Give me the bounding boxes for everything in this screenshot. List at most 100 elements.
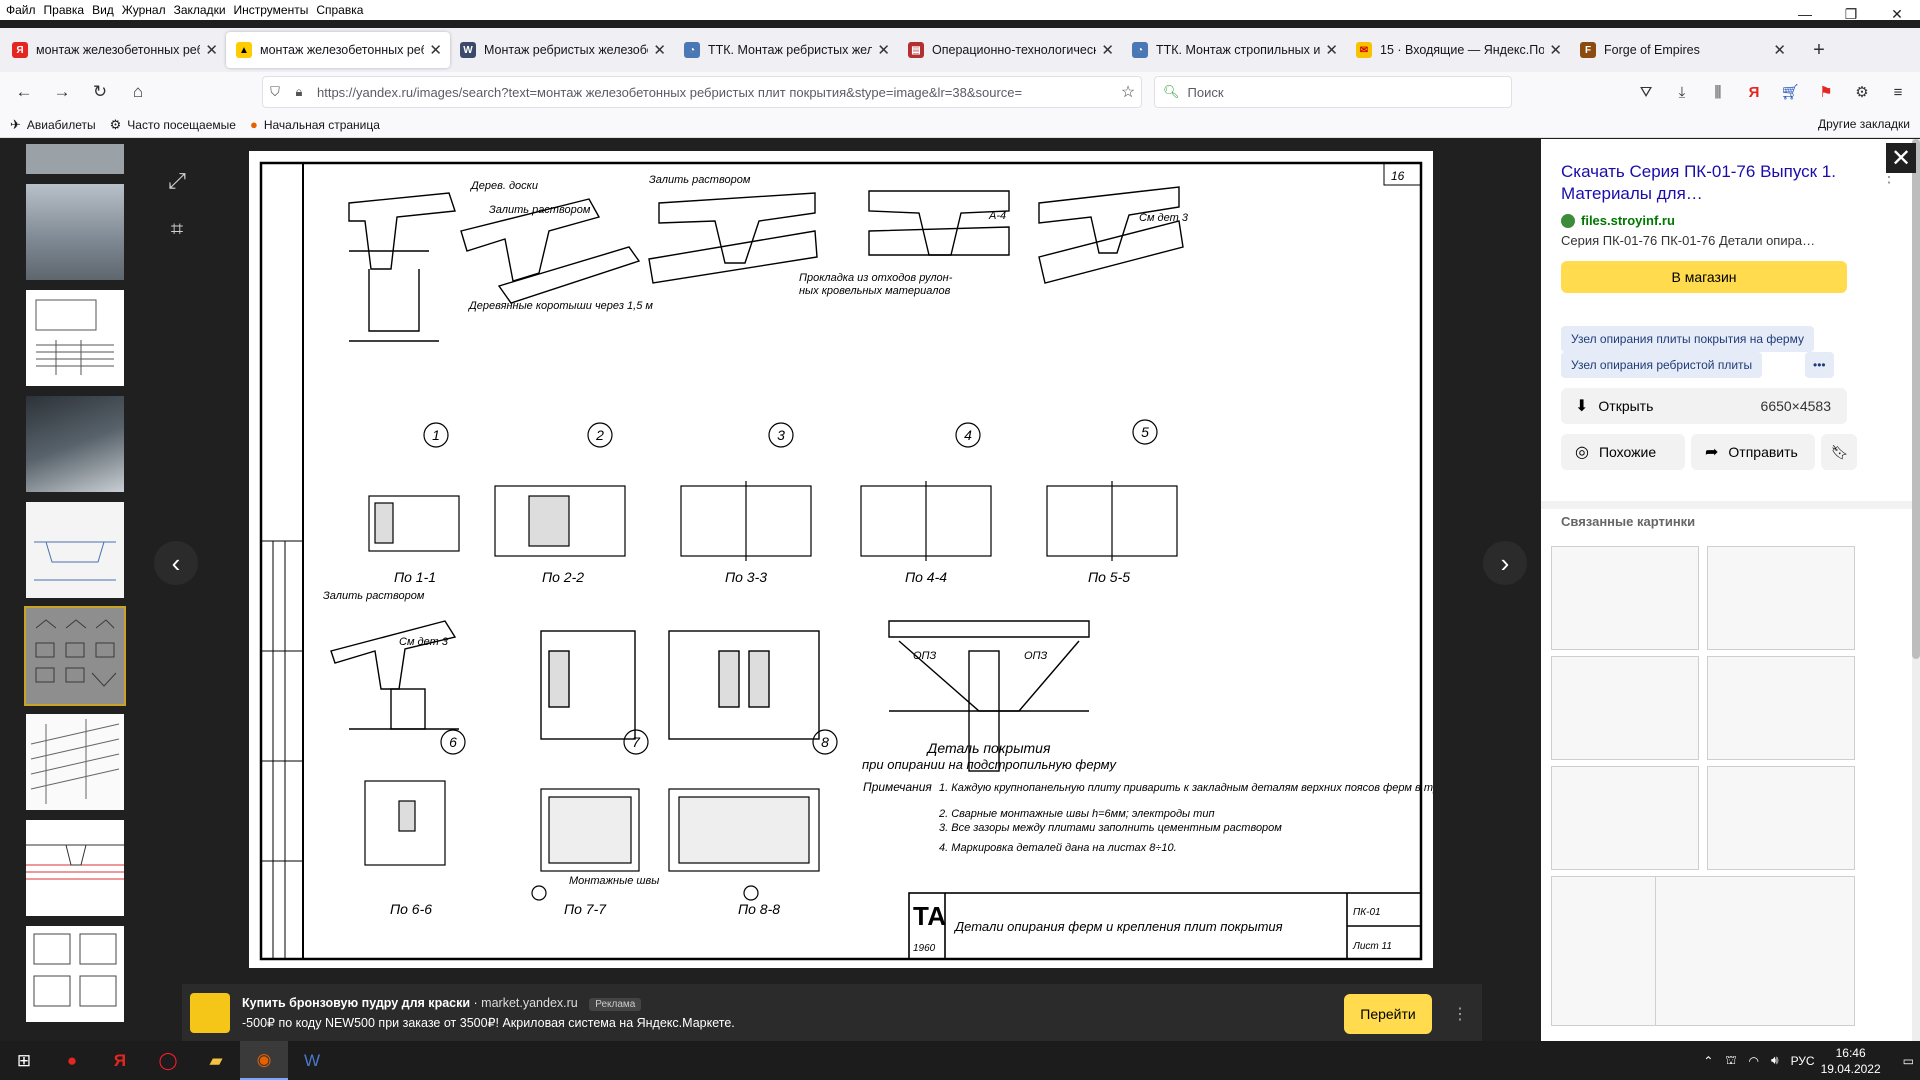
tab-4[interactable]: ▤ Операционно-технологическ ✕ [898,32,1122,68]
clock[interactable]: 16:46 19.04.2022 [1821,1045,1881,1077]
windows-start-icon[interactable]: ⊞ [0,1041,48,1080]
search-input[interactable]: 🔍︎ Поиск [1154,76,1512,108]
close-tab-icon[interactable]: ✕ [1773,41,1786,59]
related-image[interactable] [1551,766,1699,870]
ad-more-icon[interactable]: ⋮ [1452,1004,1468,1024]
menu-file[interactable]: Файл [4,3,42,17]
related-image[interactable] [1551,546,1699,650]
related-image[interactable] [1551,656,1699,760]
yandex-browser-icon[interactable]: ● [48,1041,96,1080]
ad-go-button[interactable]: Перейти [1344,994,1432,1034]
tab-7[interactable]: F Forge of Empires ✕ [1570,32,1794,68]
thumbnail[interactable] [26,184,124,280]
menu-edit[interactable]: Правка [42,3,91,17]
extension-icon[interactable]: ⚙ [1844,76,1880,108]
new-tab-icon[interactable]: + [1802,33,1836,67]
prev-image-button[interactable]: ‹ [154,541,198,585]
explorer-icon[interactable]: ▰ [192,1041,240,1080]
bookmark-aviatickets[interactable]: ✈ Авиабилеты [10,117,96,133]
language-indicator[interactable]: РУС [1791,1054,1815,1068]
related-image[interactable] [1707,766,1855,870]
tray-up-icon[interactable]: ⌃ [1703,1054,1713,1068]
thumbnail[interactable] [26,820,124,916]
thumbnail[interactable] [26,926,124,1022]
close-tab-icon[interactable]: ✕ [1101,41,1114,59]
ad-title[interactable]: Купить бронзовую пудру для краски [242,996,470,1010]
to-shop-button[interactable]: В магазин [1561,261,1847,293]
market-icon[interactable]: 🛒︎ [1772,76,1808,108]
forward-icon[interactable]: → [46,76,78,108]
open-button[interactable]: ⬇ Открыть 6650×4583 [1561,388,1847,424]
drawing-sheet[interactable]: 16 Залить раствором Дерев. доски Залить … [249,151,1485,968]
close-tab-icon[interactable]: ✕ [877,41,890,59]
pocket-icon[interactable]: ⛛ [1628,76,1664,108]
save-bookmark-button[interactable]: 🔖︎ [1821,434,1857,470]
chip-more[interactable]: ••• [1805,352,1834,378]
network-icon[interactable]: ⛫ [1725,1053,1736,1069]
share-button[interactable]: ➦ Отправить [1691,434,1815,470]
ad-source[interactable]: market.yandex.ru [481,996,578,1010]
thumbnail[interactable] [26,290,124,386]
close-window-icon[interactable]: ✕ [1874,0,1920,28]
panel-scrollbar[interactable] [1912,139,1920,1041]
related-image[interactable] [1707,656,1855,760]
result-source[interactable]: files.stroyinf.ru [1561,213,1675,228]
close-tab-icon[interactable]: ✕ [1325,41,1338,59]
tab-1[interactable]: ▲ монтаж железобетонных ребр ✕ [226,32,450,68]
close-tab-icon[interactable]: ✕ [429,41,442,59]
lock-icon[interactable]: 🔒︎ [287,84,311,100]
thumbnail-selected[interactable] [24,606,126,706]
firefox-taskbar-icon[interactable]: ◉ [240,1041,288,1080]
wifi-icon[interactable]: ◠ [1749,1054,1759,1068]
menu-bookmarks[interactable]: Закладки [172,3,232,17]
close-tab-icon[interactable]: ✕ [1549,41,1562,59]
next-image-button[interactable]: › [1483,541,1527,585]
shield-icon[interactable]: ⛉ [263,84,287,100]
menu-history[interactable]: Журнал [120,3,172,17]
url-bar[interactable]: ⛉ 🔒︎ https://yandex.ru/images/search?tex… [262,76,1142,108]
back-icon[interactable]: ← [8,76,40,108]
minimize-icon[interactable]: — [1782,0,1828,28]
thumbnail[interactable] [26,144,124,174]
thumbnail[interactable] [26,714,124,810]
notifications-icon[interactable]: ▭ [1903,1054,1914,1068]
yandex-ext-icon[interactable]: Я [1736,76,1772,108]
bookmark-most-visited[interactable]: ⚙ Часто посещаемые [110,117,236,133]
ad-banner[interactable]: Купить бронзовую пудру для краски · mark… [182,984,1482,1042]
thumbnail[interactable] [26,502,124,598]
other-bookmarks[interactable]: Другие закладки [1818,117,1910,131]
word-icon[interactable]: W [288,1041,336,1080]
yandex-app-icon[interactable]: Я [96,1041,144,1080]
tab-6[interactable]: ✉ 15 · Входящие — Яндекс.Почта ✕ [1346,32,1570,68]
related-image[interactable] [1655,876,1855,1026]
chip-ribbed-node[interactable]: Узел опирания ребристой плиты [1561,352,1763,378]
close-panel-icon[interactable]: ✕ [1886,143,1916,173]
library-icon[interactable]: ⫼ [1700,76,1736,108]
menu-view[interactable]: Вид [90,3,120,17]
tab-5[interactable]: ◔ ТТК. Монтаж стропильных и п ✕ [1122,32,1346,68]
restore-icon[interactable]: ❐ [1828,0,1874,28]
close-tab-icon[interactable]: ✕ [205,41,218,59]
crop-icon[interactable]: ⌗ [162,214,192,244]
similar-button[interactable]: ◎ Похожие [1561,434,1685,470]
tab-3[interactable]: ◔ ТТК. Монтаж ребристых желе ✕ [674,32,898,68]
bookmark-home[interactable]: ● Начальная страница [250,117,380,132]
tab-2[interactable]: W Монтаж ребристых железобе ✕ [450,32,674,68]
thumbnail[interactable] [26,396,124,492]
menu-icon[interactable]: ≡ [1880,76,1916,108]
menu-help[interactable]: Справка [314,3,369,17]
downloads-icon[interactable]: ⤓ [1664,76,1700,108]
volume-icon[interactable]: 🔊︎ [1771,1053,1779,1068]
flag-icon[interactable]: ⚑ [1808,76,1844,108]
chip-truss-node[interactable]: Узел опирания плиты покрытия на ферму [1561,326,1814,352]
menu-tools[interactable]: Инструменты [232,3,315,17]
bookmark-star-icon[interactable]: ☆ [1115,82,1141,102]
tab-0[interactable]: Я монтаж железобетонных ребр ✕ [2,32,226,68]
home-icon[interactable]: ⌂ [122,76,154,108]
fullscreen-icon[interactable]: ⤢ [162,166,192,196]
related-image[interactable] [1707,546,1855,650]
opera-icon[interactable]: ◯ [144,1041,192,1080]
reload-icon[interactable]: ↻ [84,76,116,108]
url-text[interactable]: https://yandex.ru/images/search?text=мон… [317,85,1115,100]
close-tab-icon[interactable]: ✕ [653,41,666,59]
